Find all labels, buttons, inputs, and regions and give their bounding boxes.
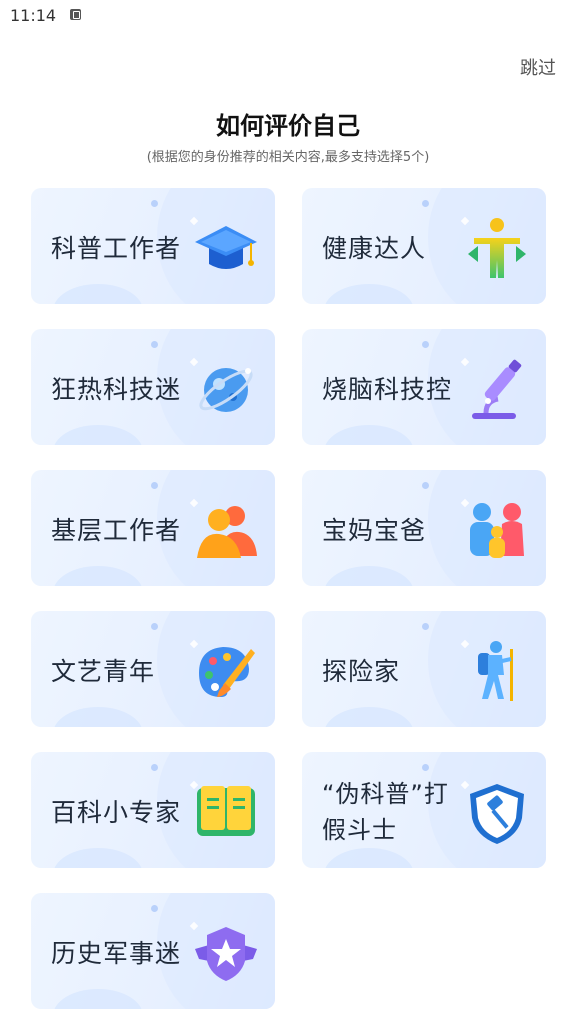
microscope-icon bbox=[472, 359, 522, 419]
option-card-art-youth[interactable]: 文艺青年 bbox=[31, 611, 275, 727]
status-time: 11:14 bbox=[10, 6, 57, 25]
hiker-icon bbox=[478, 641, 513, 701]
graduation-cap-icon bbox=[195, 226, 257, 269]
workers-group-icon bbox=[197, 506, 257, 558]
option-card-tech-fan[interactable]: 狂热科技迷 bbox=[31, 329, 275, 445]
page-subtitle: (根据您的身份推荐的相关内容,最多支持选择5个) bbox=[146, 150, 430, 165]
notification-icon bbox=[70, 9, 81, 20]
family-icon bbox=[470, 503, 524, 558]
option-label: 烧脑科技控 bbox=[322, 375, 453, 404]
planet-icon bbox=[199, 368, 253, 412]
option-card-explorer[interactable]: 探险家 bbox=[302, 611, 546, 727]
option-label: 健康达人 bbox=[322, 234, 427, 263]
option-card-history-military-fan[interactable]: 历史军事迷 bbox=[31, 893, 275, 1009]
open-book-icon bbox=[197, 786, 255, 836]
option-label: 狂热科技迷 bbox=[51, 375, 182, 404]
fitness-person-icon bbox=[468, 218, 526, 278]
option-label: 基层工作者 bbox=[51, 516, 182, 545]
option-card-brain-tech[interactable]: 烧脑科技控 bbox=[302, 329, 546, 445]
paint-palette-icon bbox=[199, 647, 255, 697]
option-card-health-expert[interactable]: 健康达人 bbox=[302, 188, 546, 304]
option-label: 百科小专家 bbox=[51, 798, 182, 827]
option-card-science-worker[interactable]: 科普工作者 bbox=[31, 188, 275, 304]
military-star-badge-icon bbox=[195, 927, 257, 981]
page-title: 如何评价自己 bbox=[216, 112, 360, 140]
status-bar: 11:14 bbox=[0, 0, 576, 32]
option-label: 探险家 bbox=[322, 657, 401, 686]
option-label: “伪科普”打假斗士 bbox=[322, 780, 449, 844]
option-label: 科普工作者 bbox=[51, 234, 182, 263]
option-label: 文艺青年 bbox=[51, 657, 156, 686]
option-card-parents[interactable]: 宝妈宝爸 bbox=[302, 470, 546, 586]
option-card-fake-science-fighter[interactable]: “伪科普”打假斗士 bbox=[302, 752, 546, 868]
skip-button[interactable]: 跳过 bbox=[520, 54, 556, 80]
judge-shield-icon bbox=[470, 784, 524, 844]
option-label: 宝妈宝爸 bbox=[322, 516, 427, 545]
option-label: 历史军事迷 bbox=[51, 939, 182, 968]
option-card-encyclopedia-expert[interactable]: 百科小专家 bbox=[31, 752, 275, 868]
option-card-grassroots-worker[interactable]: 基层工作者 bbox=[31, 470, 275, 586]
